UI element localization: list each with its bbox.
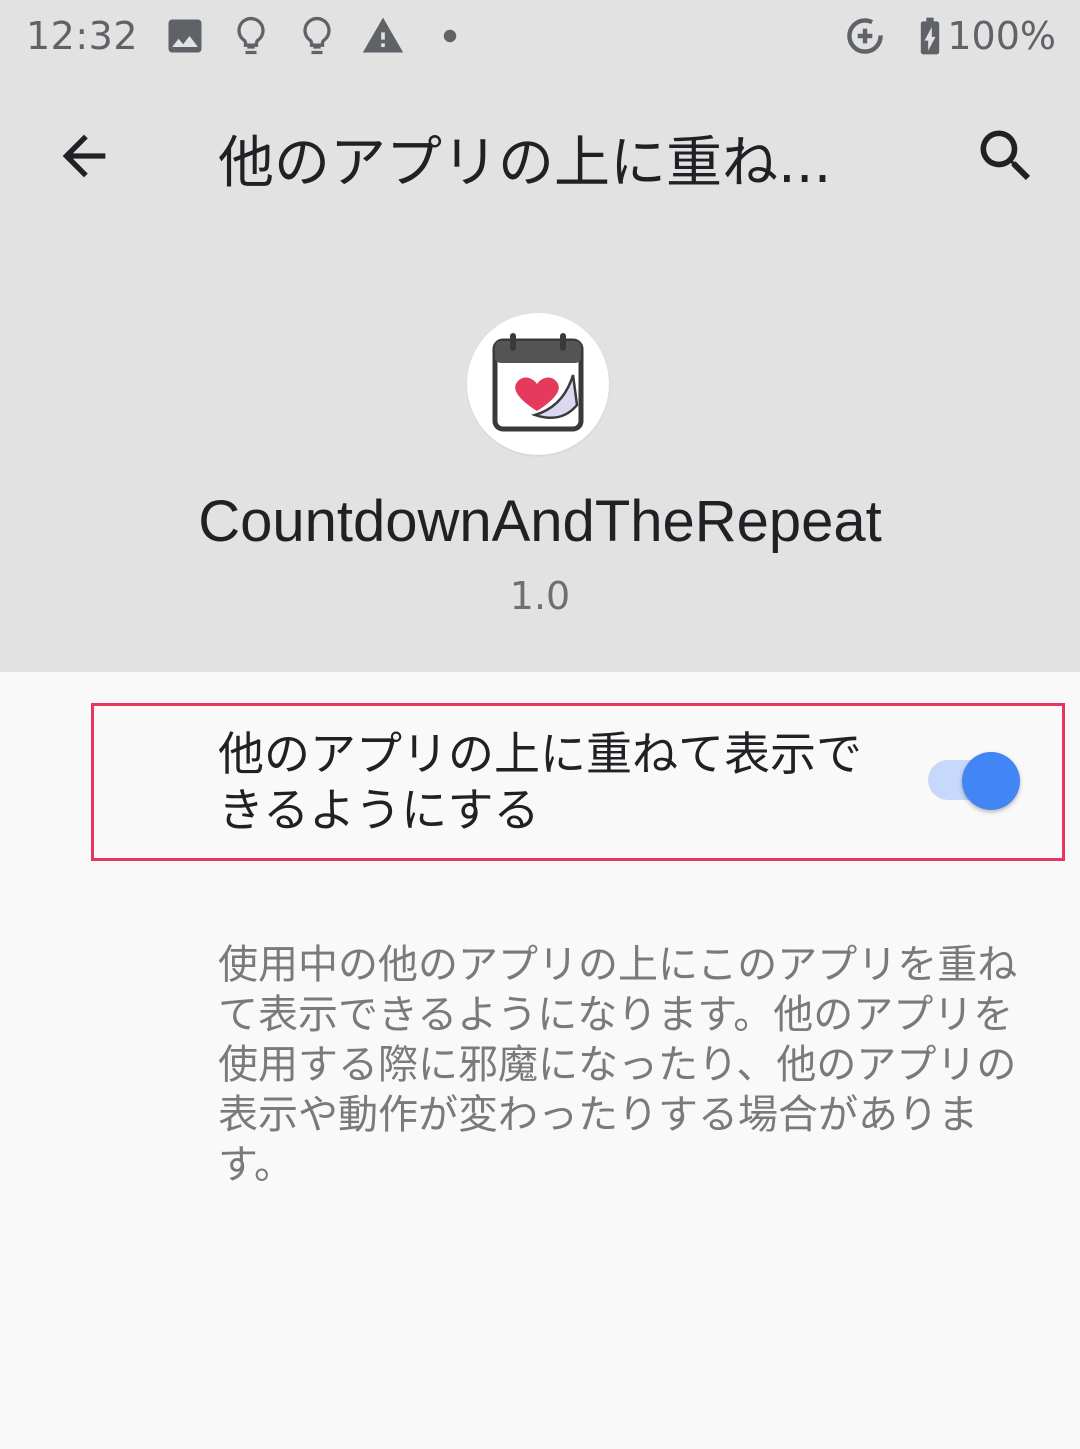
calendar-heart-icon — [492, 333, 584, 432]
lightbulb-icon — [237, 16, 265, 55]
app-version: 1.0 — [509, 574, 571, 618]
image-icon — [168, 19, 202, 53]
battery-percentage: 100% — [947, 14, 1056, 58]
battery-charging-icon — [920, 17, 940, 55]
switch-thumb — [962, 752, 1020, 810]
dot-icon — [443, 29, 457, 43]
status-time: 12:32 — [26, 14, 139, 58]
app-name: CountdownAndTheRepeat — [198, 489, 882, 554]
app-header-area: 12:32 100% 他のアプリの上に重ね... CountdownAndThe… — [0, 0, 1080, 672]
lightbulb-icon — [303, 16, 331, 55]
setting-description: 使用中の他のアプリの上にこのアプリを重ねて表示できるようになります。他のアプリを… — [218, 942, 1018, 1188]
page-title: 他のアプリの上に重ね... — [218, 131, 832, 196]
search-icon[interactable] — [972, 122, 1040, 190]
warning-icon — [362, 17, 404, 53]
arrow-back-icon[interactable] — [52, 124, 116, 188]
overlay-permission-switch[interactable] — [924, 750, 1024, 812]
data-saver-icon — [847, 18, 883, 54]
app-icon — [467, 313, 609, 455]
setting-label[interactable]: 他のアプリの上に重ねて表示できるようにする — [218, 726, 868, 838]
status-bar: 12:32 100% — [0, 0, 1080, 76]
